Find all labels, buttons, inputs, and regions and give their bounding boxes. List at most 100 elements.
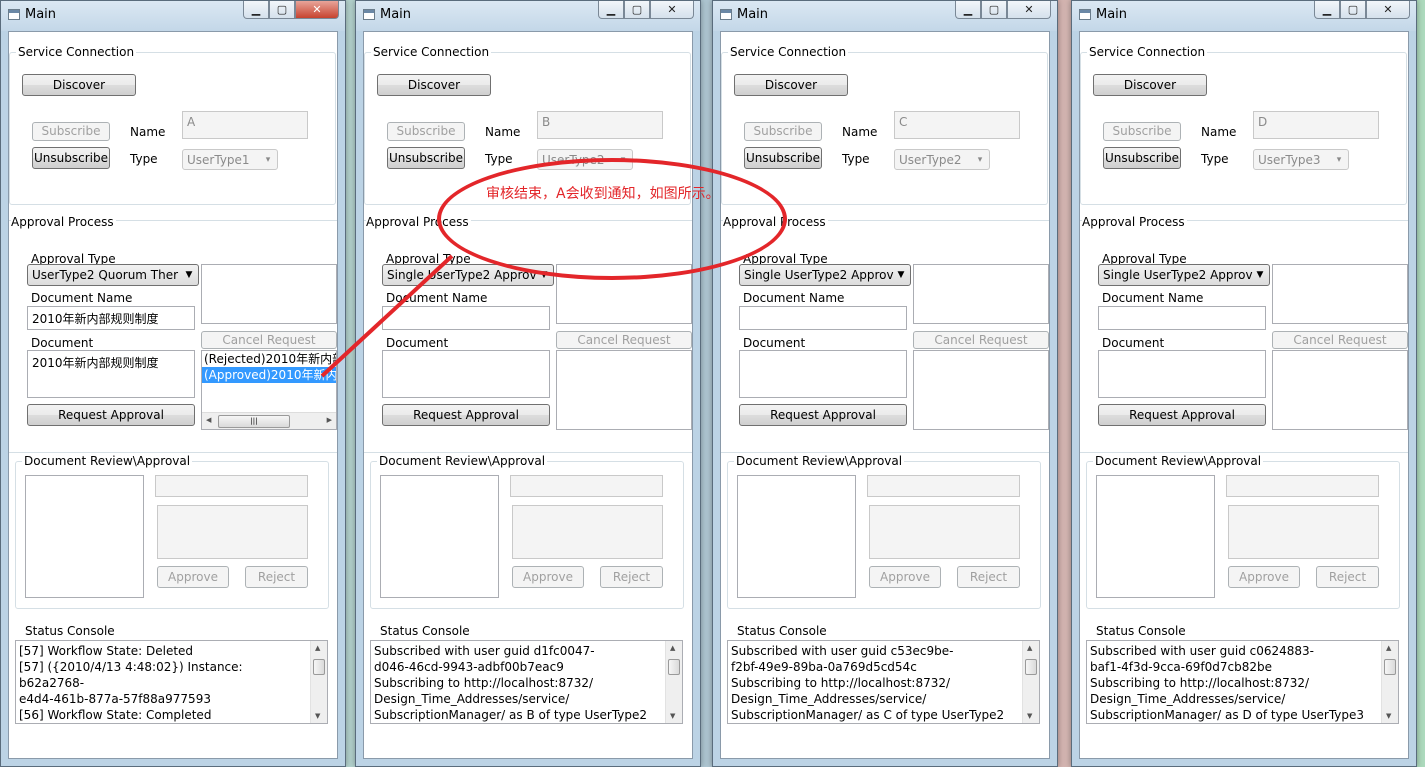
requests-list[interactable]: (Rejected)2010年新内部 (Approved)2010年新内部 ◀ |||…	[201, 350, 337, 430]
discover-button[interactable]: Discover	[734, 74, 848, 96]
approval-type-select[interactable]: Single UserType2 Approv ▼	[1098, 264, 1270, 286]
cancel-request-button[interactable]: Cancel Request	[1272, 331, 1408, 349]
scroll-down-icon[interactable]: ▼	[1027, 712, 1032, 720]
maximize-button[interactable]: ▢	[1340, 1, 1366, 19]
name-field[interactable]: C	[894, 111, 1020, 139]
scroll-down-icon[interactable]: ▼	[1386, 712, 1391, 720]
scroll-thumb[interactable]: |||	[218, 415, 290, 428]
title-bar[interactable]: Main ▁ ▢ ✕	[1, 1, 345, 31]
approval-type-select[interactable]: UserType2 Quorum Ther ▼	[27, 264, 199, 286]
scroll-down-icon[interactable]: ▼	[670, 712, 675, 720]
subscribe-button[interactable]: Subscribe	[387, 122, 465, 141]
maximize-button[interactable]: ▢	[269, 1, 295, 19]
title-bar[interactable]: Main ▁ ▢ ✕	[356, 1, 700, 31]
status-console[interactable]: Subscribed with user guid c53ec9be-f2bf-…	[727, 640, 1040, 724]
approve-button[interactable]: Approve	[157, 566, 229, 588]
review-title-field[interactable]	[1226, 475, 1379, 497]
document-input[interactable]	[1098, 350, 1266, 398]
requests-list[interactable]	[556, 350, 692, 430]
minimize-button[interactable]: ▁	[955, 1, 981, 19]
approve-button[interactable]: Approve	[1228, 566, 1300, 588]
title-bar[interactable]: Main ▁ ▢ ✕	[713, 1, 1057, 31]
close-button[interactable]: ✕	[1366, 1, 1410, 19]
document-name-input[interactable]	[739, 306, 907, 330]
scroll-down-icon[interactable]: ▼	[315, 712, 320, 720]
close-button[interactable]: ✕	[295, 1, 339, 19]
cancel-request-button[interactable]: Cancel Request	[913, 331, 1049, 349]
review-content-field[interactable]	[512, 505, 663, 559]
discover-button[interactable]: Discover	[1093, 74, 1207, 96]
review-documents-list[interactable]	[380, 475, 499, 598]
type-select[interactable]: UserType2 ▾	[894, 149, 990, 170]
approvers-list[interactable]	[201, 264, 337, 324]
scroll-right-icon[interactable]: ▶	[327, 416, 332, 424]
document-input[interactable]: 2010年新内部规则制度	[27, 350, 195, 398]
scroll-up-icon[interactable]: ▲	[1386, 644, 1391, 652]
review-title-field[interactable]	[155, 475, 308, 497]
scroll-thumb[interactable]	[313, 659, 325, 675]
document-name-input[interactable]	[382, 306, 550, 330]
review-content-field[interactable]	[157, 505, 308, 559]
review-title-field[interactable]	[867, 475, 1020, 497]
reject-button[interactable]: Reject	[1316, 566, 1379, 588]
cancel-request-button[interactable]: Cancel Request	[556, 331, 692, 349]
minimize-button[interactable]: ▁	[243, 1, 269, 19]
close-button[interactable]: ✕	[650, 1, 694, 19]
scroll-up-icon[interactable]: ▲	[315, 644, 320, 652]
scroll-up-icon[interactable]: ▲	[670, 644, 675, 652]
status-console[interactable]: Subscribed with user guid c0624883- baf1-…	[1086, 640, 1399, 724]
approve-button[interactable]: Approve	[512, 566, 584, 588]
document-name-input[interactable]	[1098, 306, 1266, 330]
list-item[interactable]: (Rejected)2010年新内部	[202, 351, 336, 367]
requests-list[interactable]	[913, 350, 1049, 430]
review-documents-list[interactable]	[25, 475, 144, 598]
review-documents-list[interactable]	[1096, 475, 1215, 598]
cancel-request-button[interactable]: Cancel Request	[201, 331, 337, 349]
request-approval-button[interactable]: Request Approval	[1098, 404, 1266, 426]
subscribe-button[interactable]: Subscribe	[744, 122, 822, 141]
approvers-list[interactable]	[913, 264, 1049, 324]
name-field[interactable]: A	[182, 111, 308, 139]
name-field[interactable]: D	[1253, 111, 1379, 139]
maximize-button[interactable]: ▢	[624, 1, 650, 19]
request-approval-button[interactable]: Request Approval	[27, 404, 195, 426]
requests-list[interactable]	[1272, 350, 1408, 430]
approvers-list[interactable]	[1272, 264, 1408, 324]
close-button[interactable]: ✕	[1007, 1, 1051, 19]
discover-button[interactable]: Discover	[22, 74, 136, 96]
type-select[interactable]: UserType1 ▾	[182, 149, 278, 170]
unsubscribe-button[interactable]: Unsubscribe	[1103, 147, 1181, 169]
request-approval-button[interactable]: Request Approval	[739, 404, 907, 426]
document-input[interactable]	[739, 350, 907, 398]
vertical-scrollbar[interactable]: ▲ ▼	[1381, 641, 1398, 723]
unsubscribe-button[interactable]: Unsubscribe	[387, 147, 465, 169]
horizontal-scrollbar[interactable]: ◀ ||| ▶	[202, 412, 336, 429]
scroll-thumb[interactable]	[1384, 659, 1396, 675]
request-approval-button[interactable]: Request Approval	[382, 404, 550, 426]
document-input[interactable]	[382, 350, 550, 398]
scroll-left-icon[interactable]: ◀	[206, 416, 211, 424]
approve-button[interactable]: Approve	[869, 566, 941, 588]
status-console[interactable]: Subscribed with user guid d1fc0047- d046-…	[370, 640, 683, 724]
review-documents-list[interactable]	[737, 475, 856, 598]
reject-button[interactable]: Reject	[957, 566, 1020, 588]
review-content-field[interactable]	[869, 505, 1020, 559]
reject-button[interactable]: Reject	[245, 566, 308, 588]
document-name-input[interactable]: 2010年新内部规则制度	[27, 306, 195, 330]
review-title-field[interactable]	[510, 475, 663, 497]
type-select[interactable]: UserType3 ▾	[1253, 149, 1349, 170]
minimize-button[interactable]: ▁	[1314, 1, 1340, 19]
vertical-scrollbar[interactable]: ▲ ▼	[1022, 641, 1039, 723]
discover-button[interactable]: Discover	[377, 74, 491, 96]
maximize-button[interactable]: ▢	[981, 1, 1007, 19]
unsubscribe-button[interactable]: Unsubscribe	[32, 147, 110, 169]
scroll-thumb[interactable]	[1025, 659, 1037, 675]
scroll-up-icon[interactable]: ▲	[1027, 644, 1032, 652]
scroll-thumb[interactable]	[668, 659, 680, 675]
title-bar[interactable]: Main ▁ ▢ ✕	[1072, 1, 1416, 31]
vertical-scrollbar[interactable]: ▲ ▼	[310, 641, 327, 723]
status-console[interactable]: [57] Workflow State: Deleted [57] ({2010/…	[15, 640, 328, 724]
subscribe-button[interactable]: Subscribe	[1103, 122, 1181, 141]
list-item[interactable]: (Approved)2010年新内部	[202, 367, 336, 383]
subscribe-button[interactable]: Subscribe	[32, 122, 110, 141]
